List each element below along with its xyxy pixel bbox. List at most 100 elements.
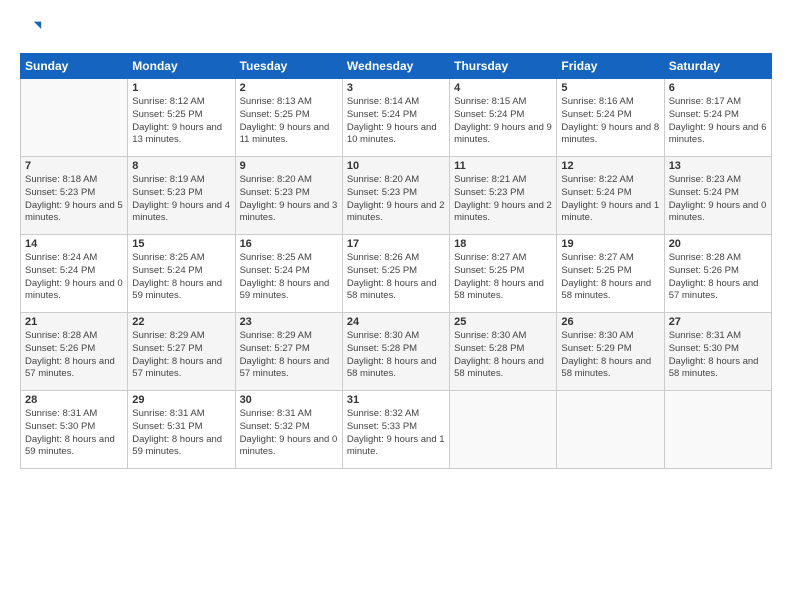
day-number: 27: [669, 316, 767, 328]
day-info: Sunrise: 8:28 AMSunset: 5:26 PMDaylight:…: [25, 330, 123, 381]
day-number: 4: [454, 82, 552, 94]
calendar-cell: 25Sunrise: 8:30 AMSunset: 5:28 PMDayligh…: [450, 313, 557, 391]
calendar-cell: 29Sunrise: 8:31 AMSunset: 5:31 PMDayligh…: [128, 391, 235, 469]
day-info: Sunrise: 8:18 AMSunset: 5:23 PMDaylight:…: [25, 174, 123, 225]
calendar-cell: 21 Sunrise: 8:28 AMSunset: 5:26 PMDayligh…: [21, 313, 128, 391]
day-number: 5: [561, 82, 659, 94]
calendar-cell: 12 Sunrise: 8:22 AMSunset: 5:24 PMDayligh…: [557, 157, 664, 235]
calendar-cell: 31 Sunrise: 8:32 AMSunset: 5:33 PMDayligh…: [342, 391, 449, 469]
day-number: 23: [240, 316, 338, 328]
day-info: Sunrise: 8:19 AMSunset: 5:23 PMDaylight:…: [132, 174, 230, 225]
calendar-cell: 26Sunrise: 8:30 AMSunset: 5:29 PMDayligh…: [557, 313, 664, 391]
day-info: Sunrise: 8:14 AMSunset: 5:24 PMDaylight:…: [347, 96, 445, 147]
calendar-week-row: 28 Sunrise: 8:31 AMSunset: 5:30 PMDayligh…: [21, 391, 772, 469]
day-number: 12: [561, 160, 659, 172]
weekday-header-row: SundayMondayTuesdayWednesdayThursdayFrid…: [21, 54, 772, 79]
calendar-cell: 4 Sunrise: 8:15 AMSunset: 5:24 PMDaylight…: [450, 79, 557, 157]
day-number: 13: [669, 160, 767, 172]
day-info: Sunrise: 8:25 AMSunset: 5:24 PMDaylight:…: [132, 252, 230, 303]
day-info: Sunrise: 8:13 AMSunset: 5:25 PMDaylight:…: [240, 96, 338, 147]
calendar-cell: [664, 391, 771, 469]
calendar-week-row: 14Sunrise: 8:24 AMSunset: 5:24 PMDayligh…: [21, 235, 772, 313]
day-info: Sunrise: 8:26 AMSunset: 5:25 PMDaylight:…: [347, 252, 445, 303]
calendar-cell: 2Sunrise: 8:13 AMSunset: 5:25 PMDaylight…: [235, 79, 342, 157]
day-info: Sunrise: 8:27 AMSunset: 5:25 PMDaylight:…: [561, 252, 659, 303]
day-info: Sunrise: 8:31 AMSunset: 5:32 PMDaylight:…: [240, 408, 338, 459]
day-number: 19: [561, 238, 659, 250]
day-number: 6: [669, 82, 767, 94]
calendar-cell: 22Sunrise: 8:29 AMSunset: 5:27 PMDayligh…: [128, 313, 235, 391]
day-number: 15: [132, 238, 230, 250]
day-info: Sunrise: 8:22 AMSunset: 5:24 PMDaylight:…: [561, 174, 659, 225]
day-number: 16: [240, 238, 338, 250]
weekday-label: Monday: [128, 54, 235, 79]
calendar-cell: 1Sunrise: 8:12 AMSunset: 5:25 PMDaylight…: [128, 79, 235, 157]
calendar-cell: 3 Sunrise: 8:14 AMSunset: 5:24 PMDaylight…: [342, 79, 449, 157]
calendar-cell: 15 Sunrise: 8:25 AMSunset: 5:24 PMDayligh…: [128, 235, 235, 313]
day-info: Sunrise: 8:32 AMSunset: 5:33 PMDaylight:…: [347, 408, 445, 459]
calendar-cell: 24 Sunrise: 8:30 AMSunset: 5:28 PMDayligh…: [342, 313, 449, 391]
weekday-label: Friday: [557, 54, 664, 79]
day-number: 21: [25, 316, 123, 328]
page: SundayMondayTuesdayWednesdayThursdayFrid…: [0, 0, 792, 612]
calendar-cell: 27 Sunrise: 8:31 AMSunset: 5:30 PMDayligh…: [664, 313, 771, 391]
calendar-cell: 19 Sunrise: 8:27 AMSunset: 5:25 PMDayligh…: [557, 235, 664, 313]
calendar-cell: 17 Sunrise: 8:26 AMSunset: 5:25 PMDayligh…: [342, 235, 449, 313]
day-number: 9: [240, 160, 338, 172]
day-info: Sunrise: 8:21 AMSunset: 5:23 PMDaylight:…: [454, 174, 552, 225]
calendar-cell: [557, 391, 664, 469]
weekday-label: Thursday: [450, 54, 557, 79]
day-info: Sunrise: 8:23 AMSunset: 5:24 PMDaylight:…: [669, 174, 767, 225]
day-number: 24: [347, 316, 445, 328]
day-info: Sunrise: 8:16 AMSunset: 5:24 PMDaylight:…: [561, 96, 659, 147]
day-info: Sunrise: 8:25 AMSunset: 5:24 PMDaylight:…: [240, 252, 338, 303]
weekday-label: Saturday: [664, 54, 771, 79]
calendar-cell: 23 Sunrise: 8:29 AMSunset: 5:27 PMDayligh…: [235, 313, 342, 391]
day-info: Sunrise: 8:12 AMSunset: 5:25 PMDaylight:…: [132, 96, 230, 147]
day-info: Sunrise: 8:31 AMSunset: 5:30 PMDaylight:…: [25, 408, 123, 459]
calendar-cell: 5 Sunrise: 8:16 AMSunset: 5:24 PMDaylight…: [557, 79, 664, 157]
day-info: Sunrise: 8:28 AMSunset: 5:26 PMDaylight:…: [669, 252, 767, 303]
calendar-week-row: 21 Sunrise: 8:28 AMSunset: 5:26 PMDayligh…: [21, 313, 772, 391]
calendar-cell: 18 Sunrise: 8:27 AMSunset: 5:25 PMDayligh…: [450, 235, 557, 313]
day-number: 11: [454, 160, 552, 172]
weekday-label: Tuesday: [235, 54, 342, 79]
day-info: Sunrise: 8:27 AMSunset: 5:25 PMDaylight:…: [454, 252, 552, 303]
day-info: Sunrise: 8:29 AMSunset: 5:27 PMDaylight:…: [240, 330, 338, 381]
day-number: 7: [25, 160, 123, 172]
calendar-cell: 30 Sunrise: 8:31 AMSunset: 5:32 PMDayligh…: [235, 391, 342, 469]
day-number: 31: [347, 394, 445, 406]
calendar-cell: [21, 79, 128, 157]
calendar-cell: 9 Sunrise: 8:20 AMSunset: 5:23 PMDaylight…: [235, 157, 342, 235]
calendar-cell: 14Sunrise: 8:24 AMSunset: 5:24 PMDayligh…: [21, 235, 128, 313]
calendar-cell: 10Sunrise: 8:20 AMSunset: 5:23 PMDayligh…: [342, 157, 449, 235]
day-info: Sunrise: 8:30 AMSunset: 5:28 PMDaylight:…: [347, 330, 445, 381]
day-number: 14: [25, 238, 123, 250]
day-number: 28: [25, 394, 123, 406]
calendar-cell: 28 Sunrise: 8:31 AMSunset: 5:30 PMDayligh…: [21, 391, 128, 469]
day-info: Sunrise: 8:20 AMSunset: 5:23 PMDaylight:…: [240, 174, 338, 225]
weekday-label: Wednesday: [342, 54, 449, 79]
weekday-label: Sunday: [21, 54, 128, 79]
calendar-cell: 11 Sunrise: 8:21 AMSunset: 5:23 PMDayligh…: [450, 157, 557, 235]
header: [20, 18, 772, 45]
day-info: Sunrise: 8:15 AMSunset: 5:24 PMDaylight:…: [454, 96, 552, 147]
calendar-table: SundayMondayTuesdayWednesdayThursdayFrid…: [20, 53, 772, 469]
day-number: 18: [454, 238, 552, 250]
day-number: 17: [347, 238, 445, 250]
day-number: 29: [132, 394, 230, 406]
calendar-cell: 8Sunrise: 8:19 AMSunset: 5:23 PMDaylight…: [128, 157, 235, 235]
day-info: Sunrise: 8:17 AMSunset: 5:24 PMDaylight:…: [669, 96, 767, 147]
calendar-week-row: 1Sunrise: 8:12 AMSunset: 5:25 PMDaylight…: [21, 79, 772, 157]
day-info: Sunrise: 8:31 AMSunset: 5:30 PMDaylight:…: [669, 330, 767, 381]
day-info: Sunrise: 8:30 AMSunset: 5:29 PMDaylight:…: [561, 330, 659, 381]
calendar-body: 1Sunrise: 8:12 AMSunset: 5:25 PMDaylight…: [21, 79, 772, 469]
calendar-cell: [450, 391, 557, 469]
day-number: 30: [240, 394, 338, 406]
day-number: 22: [132, 316, 230, 328]
day-number: 3: [347, 82, 445, 94]
calendar-cell: 13 Sunrise: 8:23 AMSunset: 5:24 PMDayligh…: [664, 157, 771, 235]
day-info: Sunrise: 8:30 AMSunset: 5:28 PMDaylight:…: [454, 330, 552, 381]
day-number: 20: [669, 238, 767, 250]
calendar-cell: 16 Sunrise: 8:25 AMSunset: 5:24 PMDayligh…: [235, 235, 342, 313]
